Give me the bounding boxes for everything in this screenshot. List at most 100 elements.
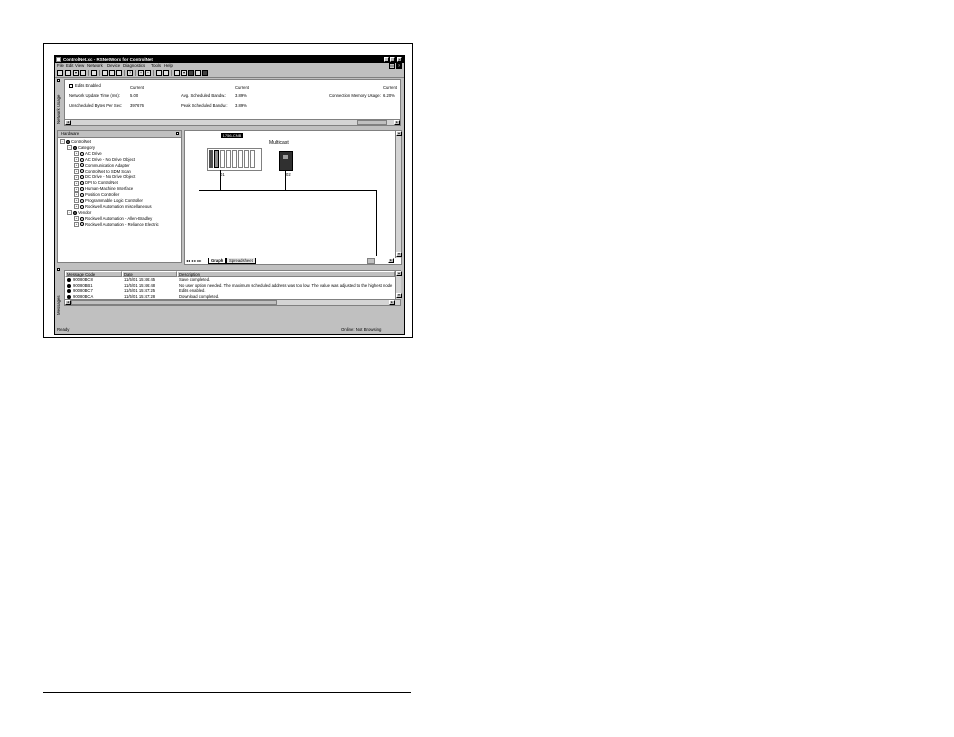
empty-slot (220, 150, 225, 168)
collapse-icon[interactable]: − (67, 145, 72, 151)
tab-spreadsheet[interactable]: Spreadsheet (226, 258, 256, 264)
hscroll-thumb[interactable] (367, 258, 375, 264)
update-time-label: Network Update Time (ms): (69, 93, 120, 98)
empty-slot (244, 150, 249, 168)
messages-hscrollbar[interactable]: ◂ ▸ (65, 299, 400, 305)
empty-slot (238, 150, 243, 168)
device-category-icon (80, 198, 84, 203)
expand-icon[interactable]: + (74, 151, 79, 157)
device-category-icon (80, 222, 84, 227)
scroll-right-arrow[interactable]: ▸ (389, 300, 395, 305)
graph-vscrollbar[interactable]: ▴ ▾ (395, 131, 402, 258)
scroll-left-arrow[interactable]: ◂ (65, 120, 71, 125)
toolbar-separator (153, 70, 154, 76)
status-right: Online: Not Browsing (341, 327, 382, 332)
device-category-icon (80, 169, 84, 174)
title-bar[interactable]: ControlNet.xc - RSNetWorx for ControlNet… (55, 56, 404, 63)
expand-icon[interactable]: + (74, 157, 79, 163)
pin-icon[interactable] (57, 79, 60, 82)
online-dropdown-icon[interactable]: ▾ (181, 70, 187, 76)
device-category-icon (80, 204, 84, 209)
online-icon[interactable] (174, 70, 180, 76)
scroll-right-arrow[interactable]: ▸ (388, 258, 394, 263)
edits-enabled-label: Edits Enabled (75, 83, 101, 88)
expand-icon[interactable]: + (74, 162, 79, 168)
scroll-thumb[interactable] (357, 120, 387, 125)
close-panel-icon[interactable] (176, 132, 179, 135)
trunk-line (199, 190, 377, 191)
tab-graph[interactable]: Graph (208, 258, 227, 264)
toolbar-separator (124, 70, 125, 76)
device-category-icon (80, 216, 84, 221)
device-node-02[interactable] (279, 151, 293, 171)
scroll-down-arrow[interactable]: ▾ (396, 293, 402, 298)
selected-device-label[interactable]: 1756-CNB (221, 133, 243, 138)
device-category-icon (80, 187, 84, 192)
upload-icon[interactable] (156, 70, 162, 76)
minimize-button[interactable]: _ (384, 57, 389, 62)
print-icon[interactable] (91, 70, 97, 76)
info-icon (67, 283, 71, 288)
expand-icon[interactable]: + (74, 204, 79, 210)
zoom-in-icon[interactable]: + (138, 70, 144, 76)
graph-tab-bar: ◂◂ ◂ ▸ ▸▸ Graph Spreadsheet ▸ (185, 258, 401, 264)
tree-item-label: Rockwell Automation - Allen-Bradley (85, 215, 153, 221)
scroll-up-arrow[interactable]: ▴ (396, 131, 402, 136)
schedule-icon[interactable] (202, 70, 208, 76)
pin-icon[interactable] (57, 268, 60, 271)
dropdown-icon[interactable]: ▾ (73, 70, 79, 76)
current-header-3: Current (383, 85, 397, 90)
scroll-up-arrow[interactable]: ▴ (396, 271, 402, 276)
download-icon[interactable] (163, 70, 169, 76)
network-icon[interactable] (188, 70, 194, 76)
tree-item[interactable]: + Rockwell Automation - Reliance Electric (74, 222, 159, 228)
cut-icon[interactable] (102, 70, 108, 76)
expand-icon[interactable]: + (74, 216, 79, 222)
page-footer-rule (43, 692, 411, 693)
messages-vscrollbar[interactable]: ▴ ▾ (395, 271, 402, 299)
tree-item-label: AC Drive (85, 150, 102, 156)
device-category-icon (66, 139, 70, 144)
toolbar-separator (99, 70, 100, 76)
chassis-node-01[interactable] (207, 148, 262, 171)
scroll-thumb[interactable] (71, 300, 277, 305)
expand-icon[interactable]: + (74, 192, 79, 198)
expand-icon[interactable]: + (74, 180, 79, 186)
tree-item-label: Rockwell Automation miscellaneous (85, 203, 152, 209)
new-icon[interactable] (57, 70, 63, 76)
paste-icon[interactable] (116, 70, 122, 76)
tree-item-label: Communication Adapter (85, 162, 130, 168)
save-icon[interactable] (80, 70, 86, 76)
scroll-right-arrow[interactable]: ▸ (394, 120, 400, 125)
open-icon[interactable] (65, 70, 71, 76)
expand-icon[interactable]: + (74, 186, 79, 192)
collapse-icon[interactable]: − (60, 139, 65, 145)
device-category-icon (80, 181, 84, 186)
close-button[interactable]: × (397, 57, 402, 62)
usage-hscrollbar[interactable]: ◂ ▸ (65, 119, 400, 125)
collapse-icon[interactable]: − (67, 210, 72, 216)
tree-item-label: Rockwell Automation - Reliance Electric (85, 221, 159, 227)
help-pointer-icon[interactable]: ? (127, 70, 133, 76)
expand-icon[interactable]: + (74, 168, 79, 174)
zoom-out-icon[interactable]: − (145, 70, 151, 76)
properties-icon[interactable] (195, 70, 201, 76)
device-category-icon (80, 163, 84, 168)
toolbar-separator (88, 70, 89, 76)
expand-icon[interactable]: + (74, 174, 79, 180)
tree-item-label: DPI to ControlNet (85, 180, 118, 186)
toolbar-separator (171, 70, 172, 76)
avg-sched-value: 3.89% (235, 93, 247, 98)
tab-nav-arrows[interactable]: ◂◂ ◂ ▸ ▸▸ (186, 258, 201, 264)
messages-list: Message Code Date Description 90080BC8 11… (64, 270, 402, 306)
current-header-2: Current (235, 85, 249, 90)
expand-icon[interactable]: + (74, 221, 79, 227)
scroll-down-arrow[interactable]: ▾ (396, 252, 402, 257)
copy-icon[interactable] (109, 70, 115, 76)
maximize-button[interactable]: □ (390, 57, 395, 62)
edits-enabled-checkbox[interactable] (69, 84, 73, 88)
expand-icon[interactable]: + (74, 198, 79, 204)
tree-item-label: Human-Machine Interface (85, 186, 134, 192)
graph-panel: 1756-CNB Multicast 01 02 ▴ ▾ ◂◂ ◂ ▸ ▸▸ G… (184, 130, 402, 265)
empty-slot (232, 150, 237, 168)
